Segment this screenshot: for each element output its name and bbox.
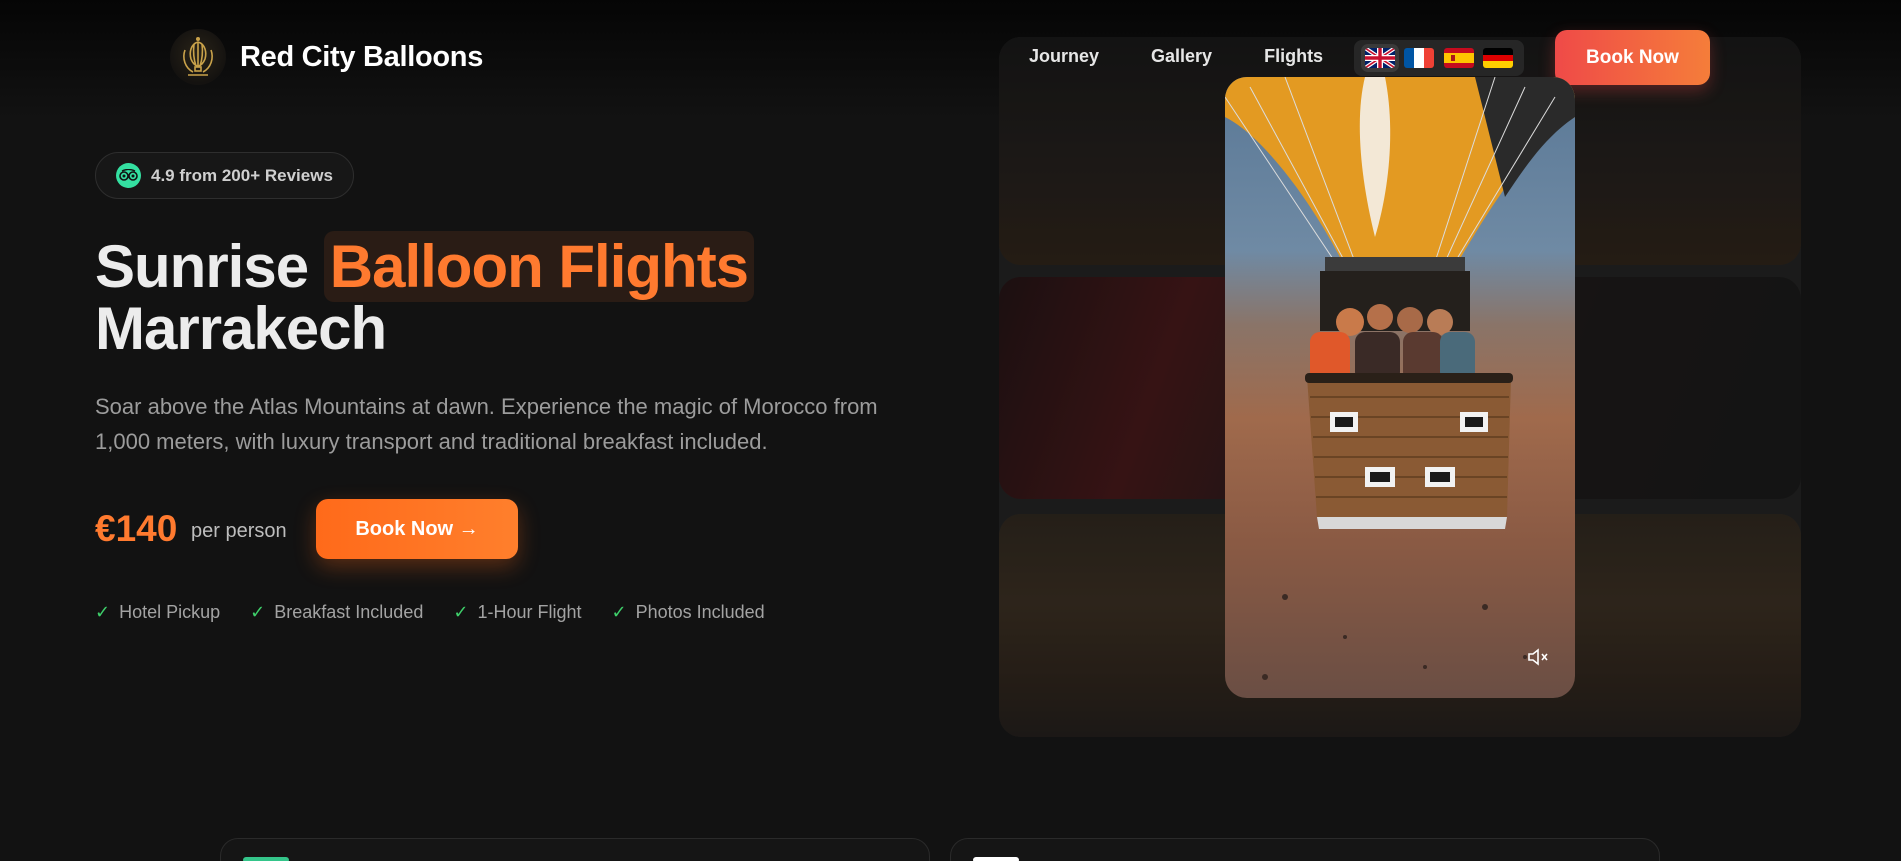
tripadvisor-icon [116,163,141,188]
check-icon: ✓ [250,602,266,622]
france-flag-icon[interactable] [1404,48,1435,68]
reviews-badge[interactable]: 4.9 from 200+ Reviews [95,152,354,199]
hero-description: Soar above the Atlas Mountains at dawn. … [95,394,878,454]
feature-label: Photos Included [635,602,765,622]
hero-book-now-button[interactable]: Book Now → [316,499,518,559]
header-book-now-button[interactable]: Book Now [1555,30,1710,85]
title-pre: Sunrise [95,233,309,300]
card-accent [973,857,1019,861]
check-icon: ✓ [95,602,111,622]
mute-icon[interactable] [1525,646,1553,668]
germany-flag-icon[interactable] [1483,48,1514,68]
feature-label: 1-Hour Flight [477,602,582,622]
feature-item: ✓ Photos Included [611,602,764,623]
main-nav: Journey Gallery Flights [1029,46,1323,67]
uk-flag-icon[interactable] [1360,44,1399,72]
nav-flights[interactable]: Flights [1264,46,1323,67]
nav-gallery[interactable]: Gallery [1151,46,1212,67]
page-title: Sunrise Balloon Flights Marrakech [95,231,755,362]
price-unit: per person [191,520,287,542]
title-city: Marrakech [95,295,387,362]
hero-video[interactable] [1225,77,1575,698]
check-icon: ✓ [453,602,469,622]
rating-text: 4.9 from 200+ Reviews [151,165,333,185]
info-card[interactable] [220,838,930,861]
card-accent [243,857,289,861]
feature-label: Hotel Pickup [119,602,221,622]
feature-label: Breakfast Included [274,602,424,622]
title-highlight: Balloon Flights [323,231,755,302]
nav-journey[interactable]: Journey [1029,46,1099,67]
check-icon: ✓ [611,602,627,622]
info-card[interactable] [950,838,1660,861]
feature-list: ✓ Hotel Pickup ✓ Breakfast Included ✓ 1-… [95,602,765,623]
crest-logo-icon [170,29,226,85]
feature-item: ✓ 1-Hour Flight [453,602,581,623]
price: €140 [95,508,178,549]
brand-logo[interactable]: Red City Balloons [170,29,483,85]
brand-name: Red City Balloons [240,40,484,73]
feature-item: ✓ Breakfast Included [250,602,423,623]
language-switcher [1354,40,1524,76]
feature-item: ✓ Hotel Pickup [95,602,220,623]
spain-flag-icon[interactable] [1443,48,1474,68]
